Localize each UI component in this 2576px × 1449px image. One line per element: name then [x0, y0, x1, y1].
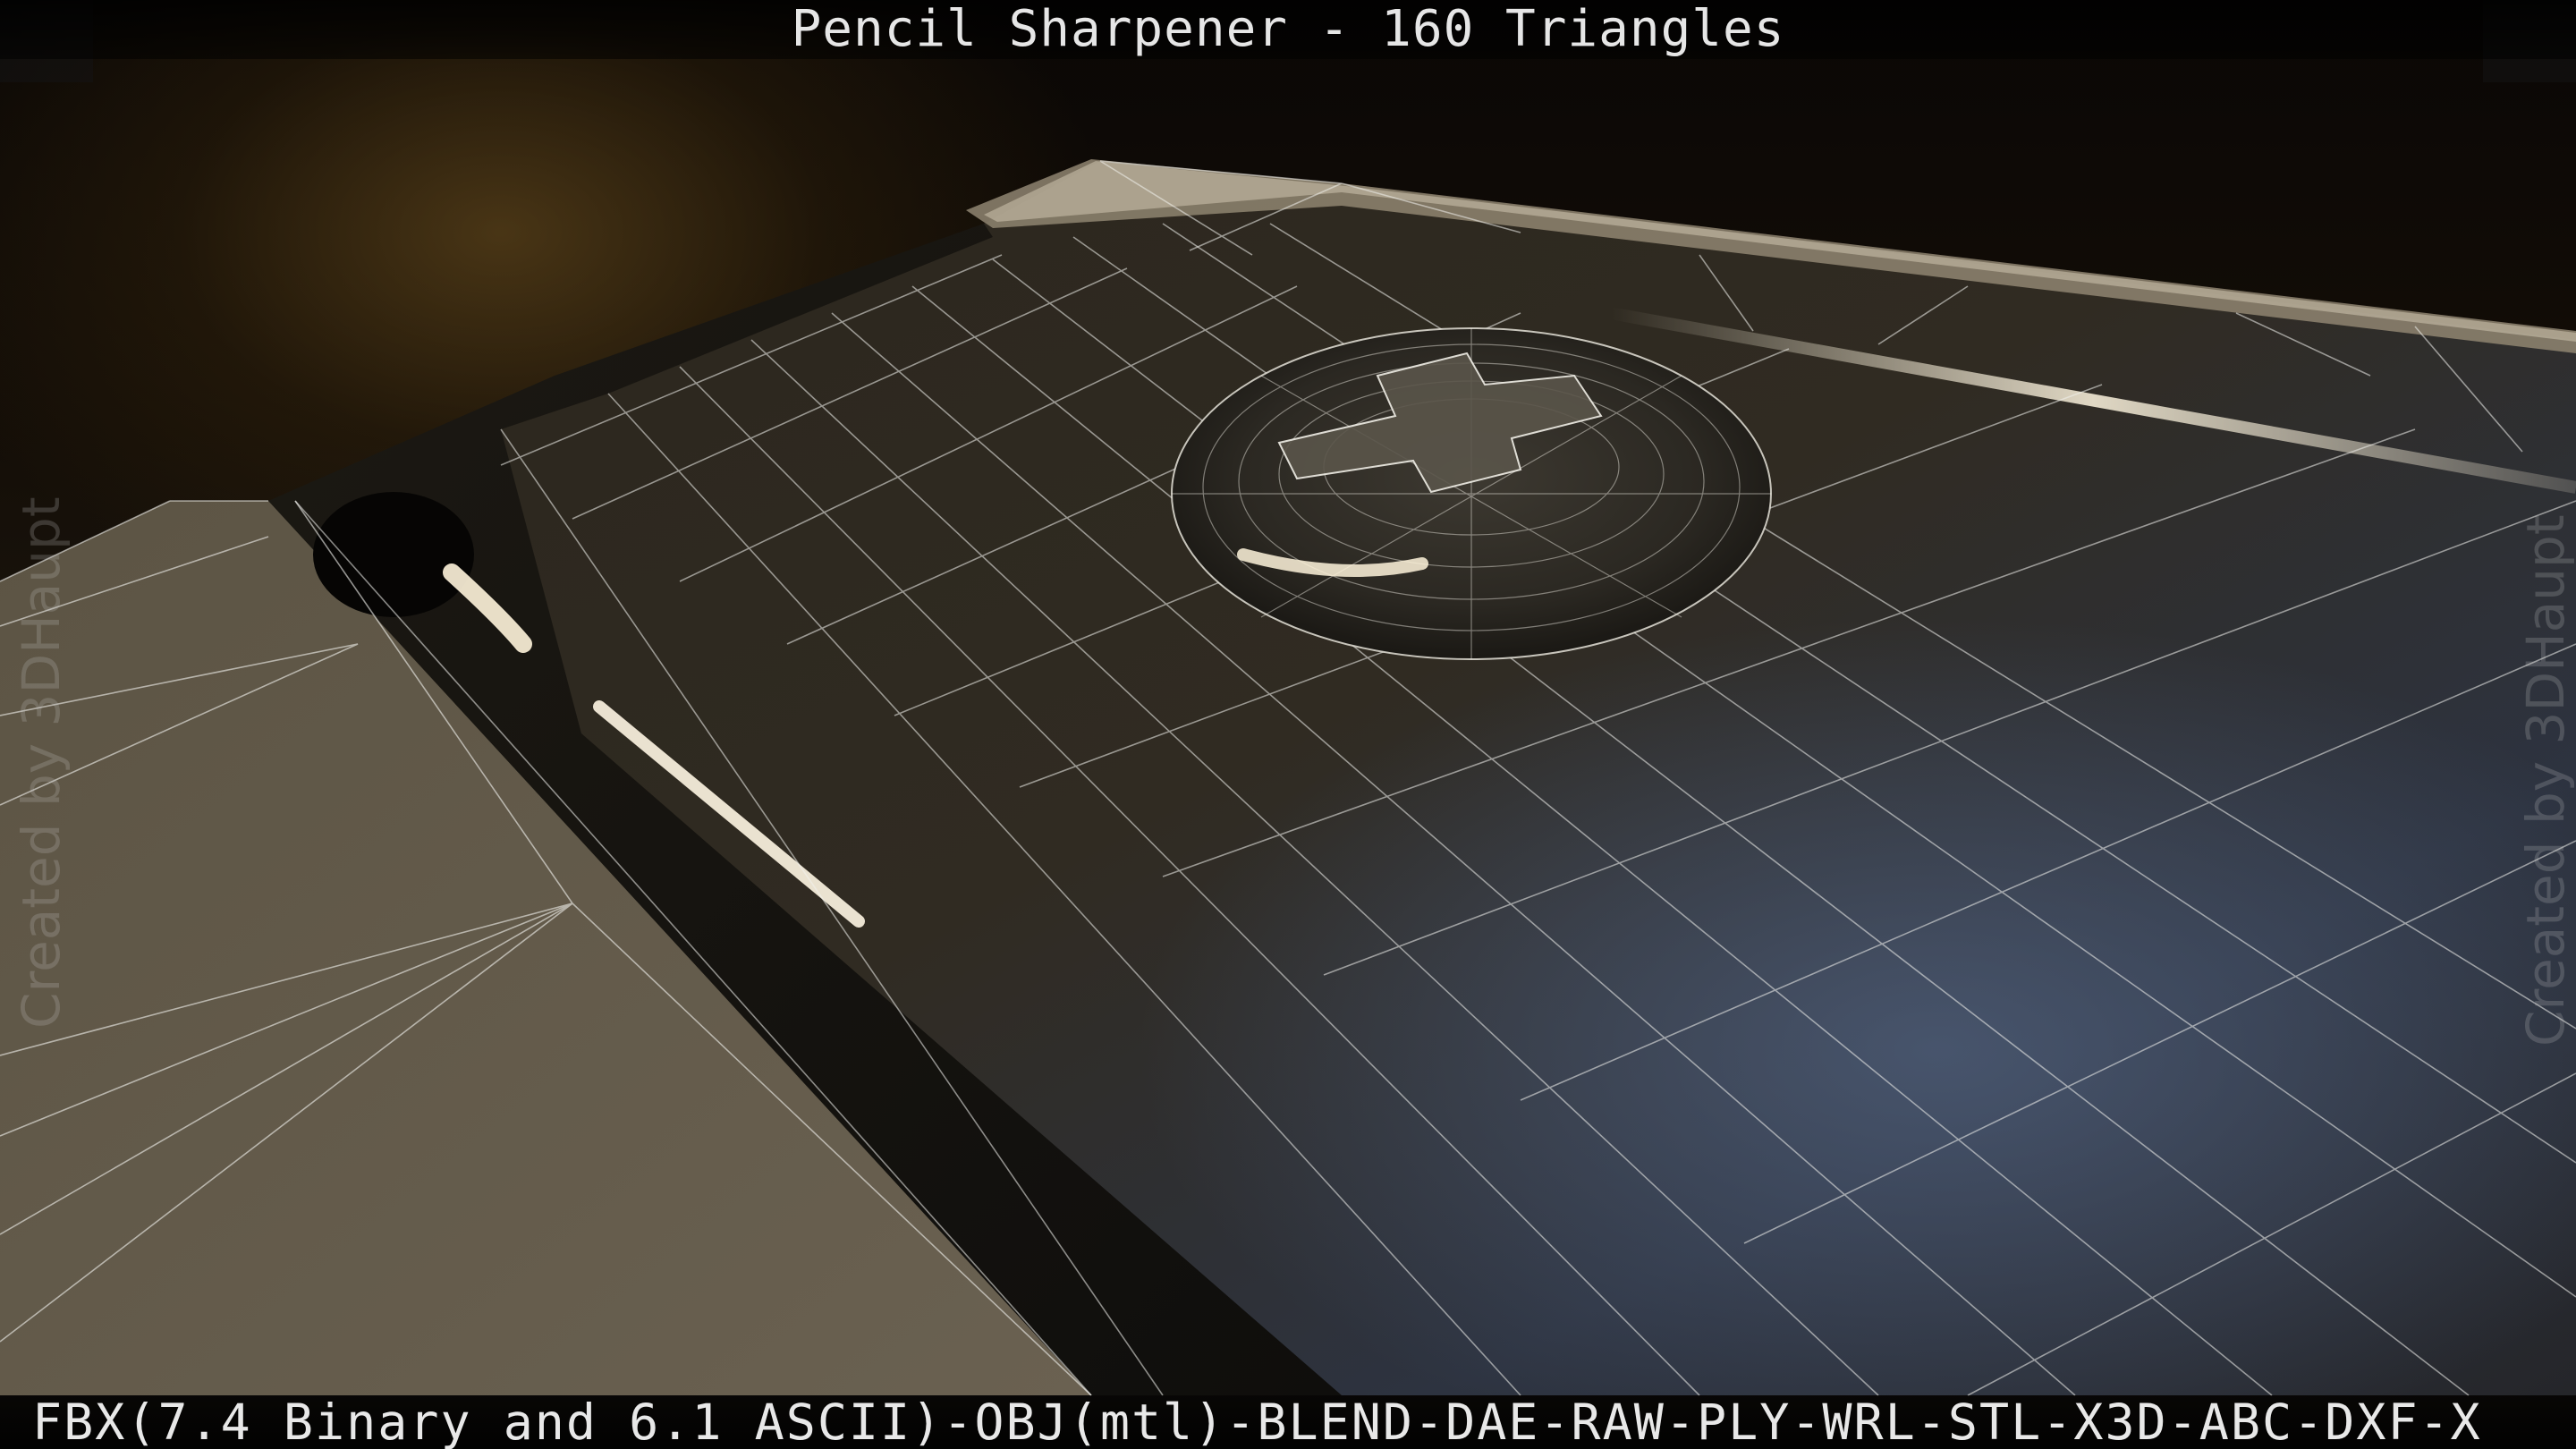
- watermark-right: Created by 3DHaupt: [2515, 514, 2576, 1046]
- model-title: Pencil Sharpener - 160 Triangles: [791, 0, 1785, 58]
- watermark-left: Created by 3DHaupt: [11, 496, 72, 1029]
- render-viewport: Pencil Sharpener - 160 Triangles Created…: [0, 0, 2576, 1449]
- sharpener-hole: [313, 492, 474, 617]
- wireframe-render: [0, 159, 2576, 1396]
- logo-blob: [1171, 327, 1772, 660]
- file-formats-list: FBX(7.4 Binary and 6.1 ASCII)-OBJ(mtl)-B…: [32, 1395, 2482, 1449]
